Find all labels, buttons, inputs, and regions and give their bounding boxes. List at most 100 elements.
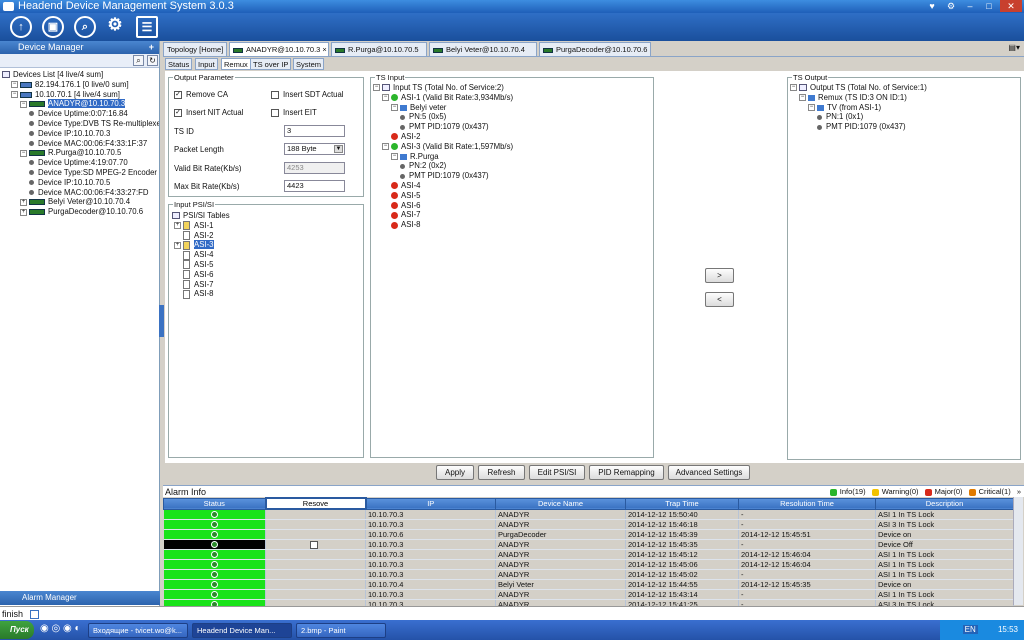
stream-node[interactable]: ASI-2	[371, 132, 653, 142]
psi-item[interactable]: ASI-8	[172, 289, 363, 299]
tab-remux[interactable]: Remux	[221, 58, 251, 70]
tree-node[interactable]: − ANADYR@10.10.70.3	[0, 99, 159, 109]
psi-item[interactable]: ASI-5	[172, 260, 363, 270]
stream-node[interactable]: − Output TS (Total No. of Service:1)	[788, 83, 1020, 93]
add-device-button[interactable]: +	[149, 41, 154, 54]
resolve-checkbox[interactable]	[309, 540, 318, 549]
resolve-cell[interactable]	[265, 559, 366, 570]
resolve-cell[interactable]	[265, 529, 366, 540]
alarm-scrollbar[interactable]	[1013, 497, 1023, 605]
stream-node[interactable]: − TV (from ASI-1)	[788, 103, 1020, 113]
stream-node[interactable]: ASI-7	[371, 210, 653, 220]
add-service-button[interactable]: >	[705, 268, 734, 283]
expand-icon[interactable]: +	[20, 208, 27, 216]
stream-node[interactable]: − ASI-3 (Valid Bit Rate:1,597Mb/s)	[371, 142, 653, 152]
quicklaunch-icons[interactable]: ◉ ◎ ◉ ◐	[40, 623, 81, 634]
expand-icon[interactable]: −	[391, 153, 398, 161]
task-headend[interactable]: Headend Device Man...	[192, 623, 292, 638]
tab-rpurga[interactable]: R.Purga@10.10.70.5	[331, 42, 427, 56]
expand-icon[interactable]: −	[790, 84, 797, 92]
stream-node[interactable]: − Belyi veter	[371, 103, 653, 113]
expand-icon[interactable]: −	[373, 84, 380, 92]
tree-node[interactable]: − R.Purga@10.10.70.5	[0, 148, 159, 158]
stream-node[interactable]: PMT PID:1079 (0x437)	[371, 122, 653, 132]
tree-node[interactable]: Device IP:10.10.70.5	[0, 178, 159, 188]
info-count[interactable]: Info(19)	[840, 487, 866, 496]
tab-system[interactable]: System	[293, 58, 325, 70]
alarm-manager-header[interactable]: Alarm Manager	[0, 591, 160, 605]
apply-button[interactable]: Apply	[436, 465, 474, 480]
signal-icon[interactable]: ↑	[10, 16, 32, 38]
column-header[interactable]: Resove	[264, 497, 367, 510]
psi-item[interactable]: + ASI-1	[172, 221, 363, 231]
tree-node[interactable]: − 82.194.176.1 [0 live/0 sum]	[0, 80, 159, 90]
favorite-button[interactable]: ♥	[924, 0, 940, 12]
resolve-cell[interactable]	[265, 579, 366, 590]
resolve-cell[interactable]	[265, 589, 366, 600]
expand-icon[interactable]: −	[382, 143, 389, 151]
ts-id-input[interactable]: 3	[284, 125, 345, 137]
stream-node[interactable]: ASI-4	[371, 181, 653, 191]
expand-icon[interactable]: −	[20, 149, 27, 157]
insert-eit-checkbox[interactable]: Insert EIT	[271, 108, 317, 117]
tree-node[interactable]: + Belyi Veter@10.10.70.4	[0, 197, 159, 207]
alarm-row[interactable]: 10.10.70.4 Belyi Veter 2014-12-12 15:44:55…	[163, 579, 1014, 590]
pid-remapping-button[interactable]: PID Remapping	[589, 465, 664, 480]
stream-node[interactable]: PMT PID:1079 (0x437)	[371, 171, 653, 181]
panel-splitter[interactable]	[159, 305, 164, 337]
column-header[interactable]: Device Name	[495, 497, 626, 510]
max-bitrate-input[interactable]: 4423	[284, 180, 345, 192]
column-header[interactable]: Description	[875, 497, 1014, 510]
resolve-cell[interactable]	[265, 519, 366, 530]
close-button[interactable]: ✕	[1000, 0, 1022, 12]
resolve-cell[interactable]	[265, 509, 366, 520]
packet-length-select[interactable]: 188 Byte ▼	[284, 143, 345, 155]
psi-item[interactable]: ASI-2	[172, 231, 363, 241]
refresh-icon[interactable]: ↻	[147, 55, 158, 66]
close-tab-icon[interactable]: ×	[322, 45, 326, 54]
remove-ca-checkbox[interactable]: ✓ Remove CA	[174, 90, 228, 99]
stream-node[interactable]: ASI-5	[371, 191, 653, 201]
expand-icon[interactable]: −	[11, 81, 18, 89]
stream-node[interactable]: PN:5 (0x5)	[371, 112, 653, 122]
search-icon[interactable]: ⌕	[74, 16, 96, 38]
stream-node[interactable]: − ASI-1 (Valid Bit Rate:3,934Mb/s)	[371, 93, 653, 103]
major-count[interactable]: Major(0)	[935, 487, 963, 496]
tab-menu-icon[interactable]: ▤▾	[1008, 43, 1020, 52]
expand-icon[interactable]: −	[808, 104, 815, 112]
warning-count[interactable]: Warning(0)	[882, 487, 919, 496]
tree-node[interactable]: + PurgaDecoder@10.10.70.6	[0, 207, 159, 217]
task-mail[interactable]: Входящие - tvicet.wo@k...	[88, 623, 188, 638]
expand-icon[interactable]: −	[382, 94, 389, 102]
alarm-row[interactable]: 10.10.70.3 ANADYR 2014-12-12 15:46:18- ASI …	[163, 519, 1014, 530]
tab-ts-over-ip[interactable]: TS over IP	[250, 58, 292, 70]
expand-icon[interactable]: −	[20, 100, 27, 108]
collapse-icon[interactable]: »	[1017, 487, 1021, 496]
alarm-row[interactable]: 10.10.70.3 ANADYR 2014-12-12 15:45:12 2014-…	[163, 549, 1014, 560]
expand-icon[interactable]: +	[20, 198, 27, 206]
stream-node[interactable]: ASI-8	[371, 220, 653, 230]
edit-psi-button[interactable]: Edit PSI/SI	[529, 465, 585, 480]
expand-icon[interactable]: −	[391, 104, 398, 112]
tree-node[interactable]: Device Type:SD MPEG-2 Encoder	[0, 168, 159, 178]
search-icon[interactable]: ⌕	[133, 55, 144, 66]
alarm-row[interactable]: 10.10.70.3 ANADYR 2014-12-12 15:43:14- ASI …	[163, 589, 1014, 600]
tab-status[interactable]: Status	[165, 58, 193, 70]
stream-node[interactable]: ASI-6	[371, 201, 653, 211]
tab-belyi-veter[interactable]: Belyi Veter@10.10.70.4	[429, 42, 537, 56]
task-paint[interactable]: 2.bmp - Paint	[296, 623, 386, 638]
stream-node[interactable]: PMT PID:1079 (0x437)	[788, 122, 1020, 132]
maximize-button[interactable]: □	[981, 0, 997, 12]
critical-count[interactable]: Critical(1)	[979, 487, 1011, 496]
settings-icon[interactable]: ⚙	[104, 16, 126, 38]
remove-service-button[interactable]: <	[705, 292, 734, 307]
tree-node[interactable]: Device IP:10.10.70.3	[0, 129, 159, 139]
monitor-icon[interactable]: ▣	[42, 16, 64, 38]
psi-item[interactable]: ASI-6	[172, 270, 363, 280]
refresh-button[interactable]: Refresh	[478, 465, 525, 480]
minimize-button[interactable]: –	[962, 0, 978, 12]
resolve-cell[interactable]	[265, 549, 366, 560]
resolve-cell[interactable]	[265, 569, 366, 580]
alarm-row[interactable]: 10.10.70.3 ANADYR 2014-12-12 15:50:40- ASI …	[163, 509, 1014, 520]
expand-icon[interactable]: +	[174, 241, 181, 249]
